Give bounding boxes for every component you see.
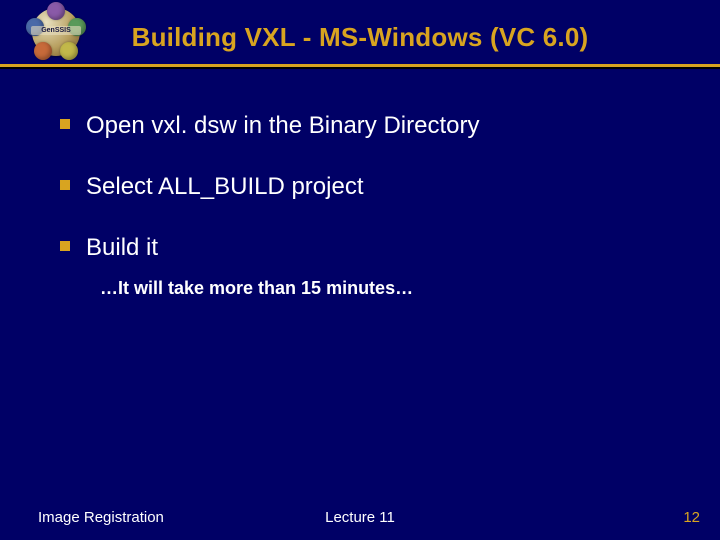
slide-footer: Image Registration Lecture 11 12 [0,504,720,526]
bullet-icon [60,241,70,251]
bullet-text: Open vxl. dsw in the Binary Directory [86,110,479,141]
bullet-item: Select ALL_BUILD project [60,171,680,202]
bullet-item: Build it [60,232,680,263]
bullet-text: Build it [86,232,158,263]
sub-note-text: …It will take more than 15 minutes… [100,278,413,298]
title-underline-black [0,67,720,69]
bullet-text: Select ALL_BUILD project [86,171,364,202]
sub-note: …It will take more than 15 minutes… [100,278,680,299]
slide: GenSSIS Building VXL - MS-Windows (VC 6.… [0,0,720,540]
slide-header: GenSSIS Building VXL - MS-Windows (VC 6.… [0,0,720,70]
slide-body: Open vxl. dsw in the Binary Directory Se… [60,110,680,327]
footer-page-number: 12 [683,509,700,526]
bullet-item: Open vxl. dsw in the Binary Directory [60,110,680,141]
footer-center: Lecture 11 [0,509,720,526]
slide-title: Building VXL - MS-Windows (VC 6.0) [0,22,720,53]
bullet-icon [60,180,70,190]
bullet-icon [60,119,70,129]
